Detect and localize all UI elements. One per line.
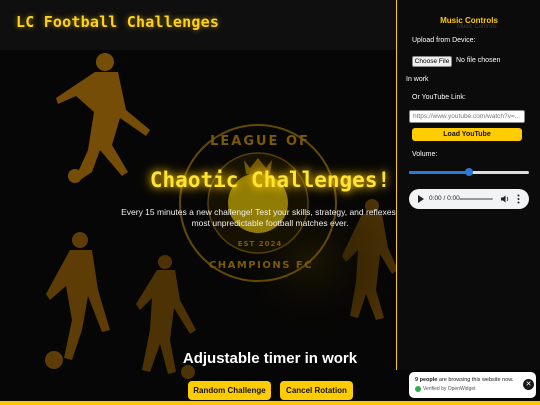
play-icon[interactable] — [418, 195, 424, 203]
verified-check-icon — [415, 386, 421, 392]
load-youtube-button[interactable]: Load YouTube — [412, 128, 522, 141]
visitors-toast: 9 people are browsing this website now. … — [409, 372, 536, 398]
file-status-text: No file chosen — [456, 57, 501, 64]
volume-slider-fill — [409, 171, 469, 174]
youtube-label: Or YouTube Link: — [412, 94, 466, 101]
logo-est-text: EST 2024 — [237, 240, 283, 248]
more-options-icon[interactable] — [517, 194, 520, 204]
player-progress-bar[interactable] — [459, 198, 493, 200]
logo-top-text: LEAGUE OF — [210, 134, 310, 149]
logo-bottom-text: CHAMPIONS FC — [208, 260, 314, 271]
music-controls-title: Music Controls — [440, 16, 498, 25]
bottom-accent-bar — [0, 401, 540, 405]
site-title[interactable]: LC Football Challenges — [16, 13, 219, 31]
toast-verified: Verified by OpenWidget — [423, 386, 476, 392]
music-controls-panel: Music Controls Music Controls Upload fro… — [396, 0, 540, 370]
toast-message-text: are browsing this website now. — [437, 377, 514, 383]
audio-player: 0:00 / 0:00 — [409, 189, 529, 209]
choose-file-button[interactable]: Choose File — [412, 56, 452, 67]
random-challenge-button[interactable]: Random Challenge — [188, 381, 271, 400]
toast-message: 9 people are browsing this website now. — [415, 377, 513, 383]
cancel-rotation-button[interactable]: Cancel Rotation — [280, 381, 353, 400]
site-header: LC Football Challenges — [0, 0, 396, 50]
volume-slider-thumb[interactable] — [465, 168, 473, 176]
in-work-label: In work — [406, 76, 429, 83]
toast-count: 9 people — [415, 377, 438, 383]
volume-label: Volume: — [412, 151, 438, 158]
speaker-icon[interactable] — [501, 195, 510, 203]
hero-description: Every 15 minutes a new challenge! Test y… — [121, 207, 419, 228]
player-time: 0:00 / 0:00 — [429, 195, 460, 202]
close-icon[interactable]: ✕ — [523, 379, 534, 390]
youtube-url-input[interactable]: https://www.youtube.com/watch?v=... — [409, 110, 525, 123]
upload-label: Upload from Device: — [412, 37, 476, 44]
volume-slider[interactable] — [409, 168, 529, 176]
